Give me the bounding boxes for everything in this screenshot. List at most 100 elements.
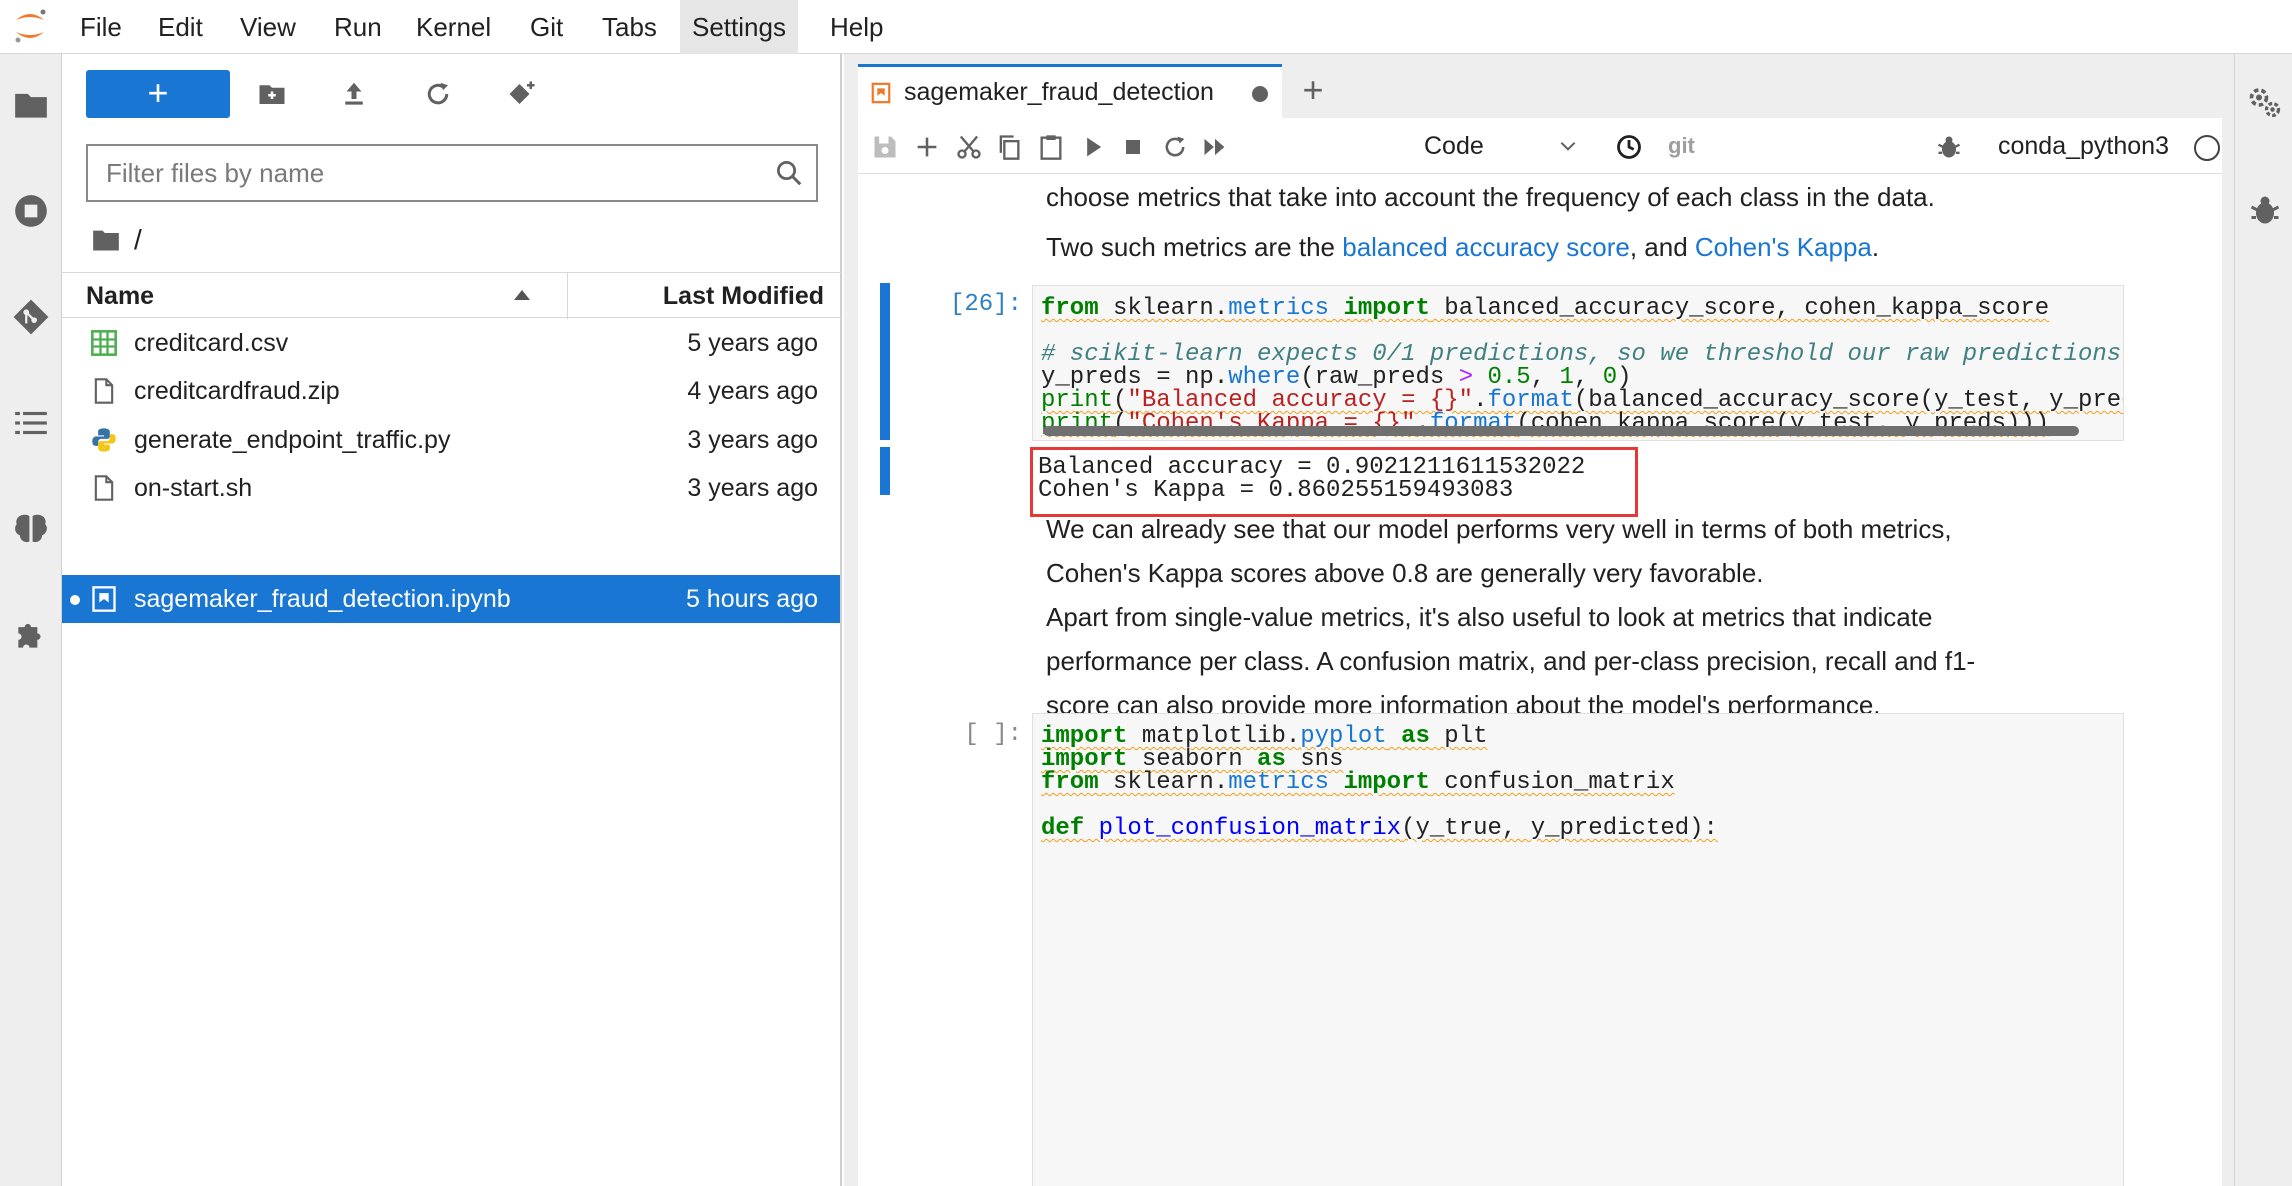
- file-list-header: Name Last Modified: [62, 272, 842, 319]
- output-line: Cohen's Kappa = 0.860255159493083: [1038, 477, 1514, 504]
- file-filter-box: [86, 144, 818, 202]
- notebook-content: choose metrics that take into account th…: [858, 175, 2222, 1186]
- property-inspector-gears-icon[interactable]: [2247, 84, 2283, 120]
- save-icon[interactable]: [868, 130, 902, 164]
- code-line: from sklearn.metrics import confusion_ma…: [1041, 769, 1675, 796]
- restart-kernel-icon[interactable]: [1158, 130, 1192, 164]
- cell-type-value: Code: [1424, 132, 1484, 160]
- brain-icon[interactable]: [8, 506, 54, 552]
- file-name: generate_endpoint_traffic.py: [134, 426, 451, 454]
- jupyter-logo-icon[interactable]: [10, 6, 50, 46]
- debugger-bug-icon[interactable]: [2247, 192, 2283, 228]
- menu-git[interactable]: Git: [518, 0, 575, 54]
- cell-type-select[interactable]: Code: [1414, 126, 1584, 166]
- folder-icon[interactable]: [92, 228, 120, 252]
- copy-icon[interactable]: [992, 130, 1026, 164]
- horizontal-scrollbar[interactable]: [1043, 426, 2079, 436]
- table-of-contents-icon[interactable]: [8, 400, 54, 446]
- markdown-text: Apart from single-value metrics, it's al…: [1046, 602, 1933, 632]
- code-editor[interactable]: import matplotlib.pyplot as plt import s…: [1032, 713, 2124, 1186]
- code-line: def plot_confusion_matrix(y_true, y_pred…: [1041, 815, 1718, 842]
- notebook-panel: Code git conda_python3 choose metrics th…: [858, 118, 2222, 1186]
- git-icon[interactable]: [8, 294, 54, 340]
- file-modified: 5 years ago: [687, 329, 818, 357]
- cut-icon[interactable]: [952, 130, 986, 164]
- paste-icon[interactable]: [1034, 130, 1068, 164]
- right-sidebar: [2234, 54, 2292, 1186]
- column-header-name[interactable]: Name: [86, 273, 154, 319]
- notebook-toolbar: Code git conda_python3: [858, 118, 2222, 174]
- tab-sagemaker-fraud-detection[interactable]: sagemaker_fraud_detection: [858, 64, 1282, 118]
- running-kernels-icon[interactable]: [8, 188, 54, 234]
- file-name: creditcardfraud.zip: [134, 377, 340, 405]
- menu-view[interactable]: View: [228, 0, 308, 54]
- menu-tabs[interactable]: Tabs: [590, 0, 669, 54]
- debugger-bug-icon[interactable]: [1932, 130, 1966, 164]
- cohens-kappa-link[interactable]: Cohen's Kappa: [1695, 232, 1872, 262]
- extension-puzzle-icon[interactable]: [8, 612, 54, 658]
- menu-edit[interactable]: Edit: [146, 0, 215, 54]
- file-name: sagemaker_fraud_detection.ipynb: [134, 585, 511, 613]
- markdown-text: Cohen's Kappa scores above 0.8 are gener…: [1046, 558, 1764, 588]
- history-clock-icon[interactable]: [1612, 130, 1646, 164]
- file-row-on-start-sh[interactable]: on-start.sh 3 years ago: [62, 464, 840, 512]
- file-modified: 3 years ago: [687, 474, 818, 502]
- notebook-icon: [92, 586, 116, 612]
- file-filter-input[interactable]: [88, 146, 748, 200]
- restart-run-all-icon[interactable]: [1198, 130, 1232, 164]
- file-row-sagemaker-fraud-detection-ipynb[interactable]: sagemaker_fraud_detection.ipynb 5 hours …: [62, 575, 840, 623]
- upload-icon[interactable]: [334, 74, 374, 114]
- chevron-down-icon: [1560, 141, 1576, 151]
- file-row-creditcardfraud-zip[interactable]: creditcardfraud.zip 4 years ago: [62, 367, 840, 415]
- markdown-text: Two such metrics are the balanced accura…: [1046, 225, 1879, 269]
- file-name: creditcard.csv: [134, 329, 289, 357]
- file-row-generate-endpoint-traffic[interactable]: generate_endpoint_traffic.py 3 years ago: [62, 416, 840, 464]
- main-dock-area: sagemaker_fraud_detection + Code git con…: [844, 54, 2234, 1186]
- kernel-name[interactable]: conda_python3: [1998, 118, 2169, 174]
- menu-file[interactable]: File: [68, 0, 134, 54]
- text: .: [1871, 232, 1880, 262]
- file-modified: 5 hours ago: [685, 585, 818, 613]
- sort-ascending-icon[interactable]: [514, 290, 530, 300]
- new-tab-button[interactable]: +: [1290, 68, 1336, 114]
- new-launcher-button[interactable]: +: [86, 70, 230, 118]
- git-clone-icon[interactable]: [502, 74, 542, 114]
- column-divider: [567, 273, 568, 319]
- python-icon: [92, 428, 116, 452]
- code-editor[interactable]: from sklearn.metrics import balanced_acc…: [1032, 285, 2124, 441]
- file-icon: [94, 475, 114, 501]
- execution-count: [ ]:: [964, 721, 1022, 748]
- file-name: on-start.sh: [134, 474, 253, 502]
- menu-help[interactable]: Help: [818, 0, 895, 54]
- folder-icon[interactable]: [8, 82, 54, 128]
- stop-icon[interactable]: [1116, 130, 1150, 164]
- file-modified: 4 years ago: [687, 377, 818, 405]
- unsaved-changes-dot[interactable]: [1252, 86, 1268, 102]
- left-activity-bar: [0, 54, 62, 1186]
- file-modified: 3 years ago: [687, 426, 818, 454]
- cell-collapser[interactable]: [880, 283, 890, 440]
- menu-settings[interactable]: Settings: [680, 0, 798, 54]
- balanced-accuracy-link[interactable]: balanced accuracy score: [1342, 232, 1630, 262]
- spreadsheet-icon: [91, 330, 117, 356]
- breadcrumb-path[interactable]: /: [134, 224, 142, 256]
- running-indicator-dot: [70, 595, 80, 605]
- menu-run[interactable]: Run: [322, 0, 394, 54]
- file-row-creditcard-csv[interactable]: creditcard.csv 5 years ago: [62, 319, 840, 367]
- output-collapser[interactable]: [880, 447, 890, 495]
- menu-bar: File Edit View Run Kernel Git Tabs Setti…: [0, 0, 2292, 54]
- markdown-text: We can already see that our model perfor…: [1046, 514, 1952, 544]
- git-diff-label[interactable]: git: [1668, 118, 1695, 174]
- new-folder-icon[interactable]: [252, 74, 292, 114]
- run-icon[interactable]: [1076, 130, 1110, 164]
- refresh-icon[interactable]: [418, 74, 458, 114]
- column-header-last-modified[interactable]: Last Modified: [663, 273, 824, 319]
- menu-kernel[interactable]: Kernel: [404, 0, 503, 54]
- search-icon[interactable]: [774, 158, 804, 188]
- insert-cell-icon[interactable]: [910, 130, 944, 164]
- notebook-icon: [871, 82, 891, 104]
- file-browser-panel: + / Name Last Modified creditcard.csv 5 …: [62, 54, 842, 1186]
- markdown-text: performance per class. A confusion matri…: [1046, 646, 1976, 676]
- text: , and: [1629, 232, 1695, 262]
- text: Two such metrics are the: [1046, 232, 1343, 262]
